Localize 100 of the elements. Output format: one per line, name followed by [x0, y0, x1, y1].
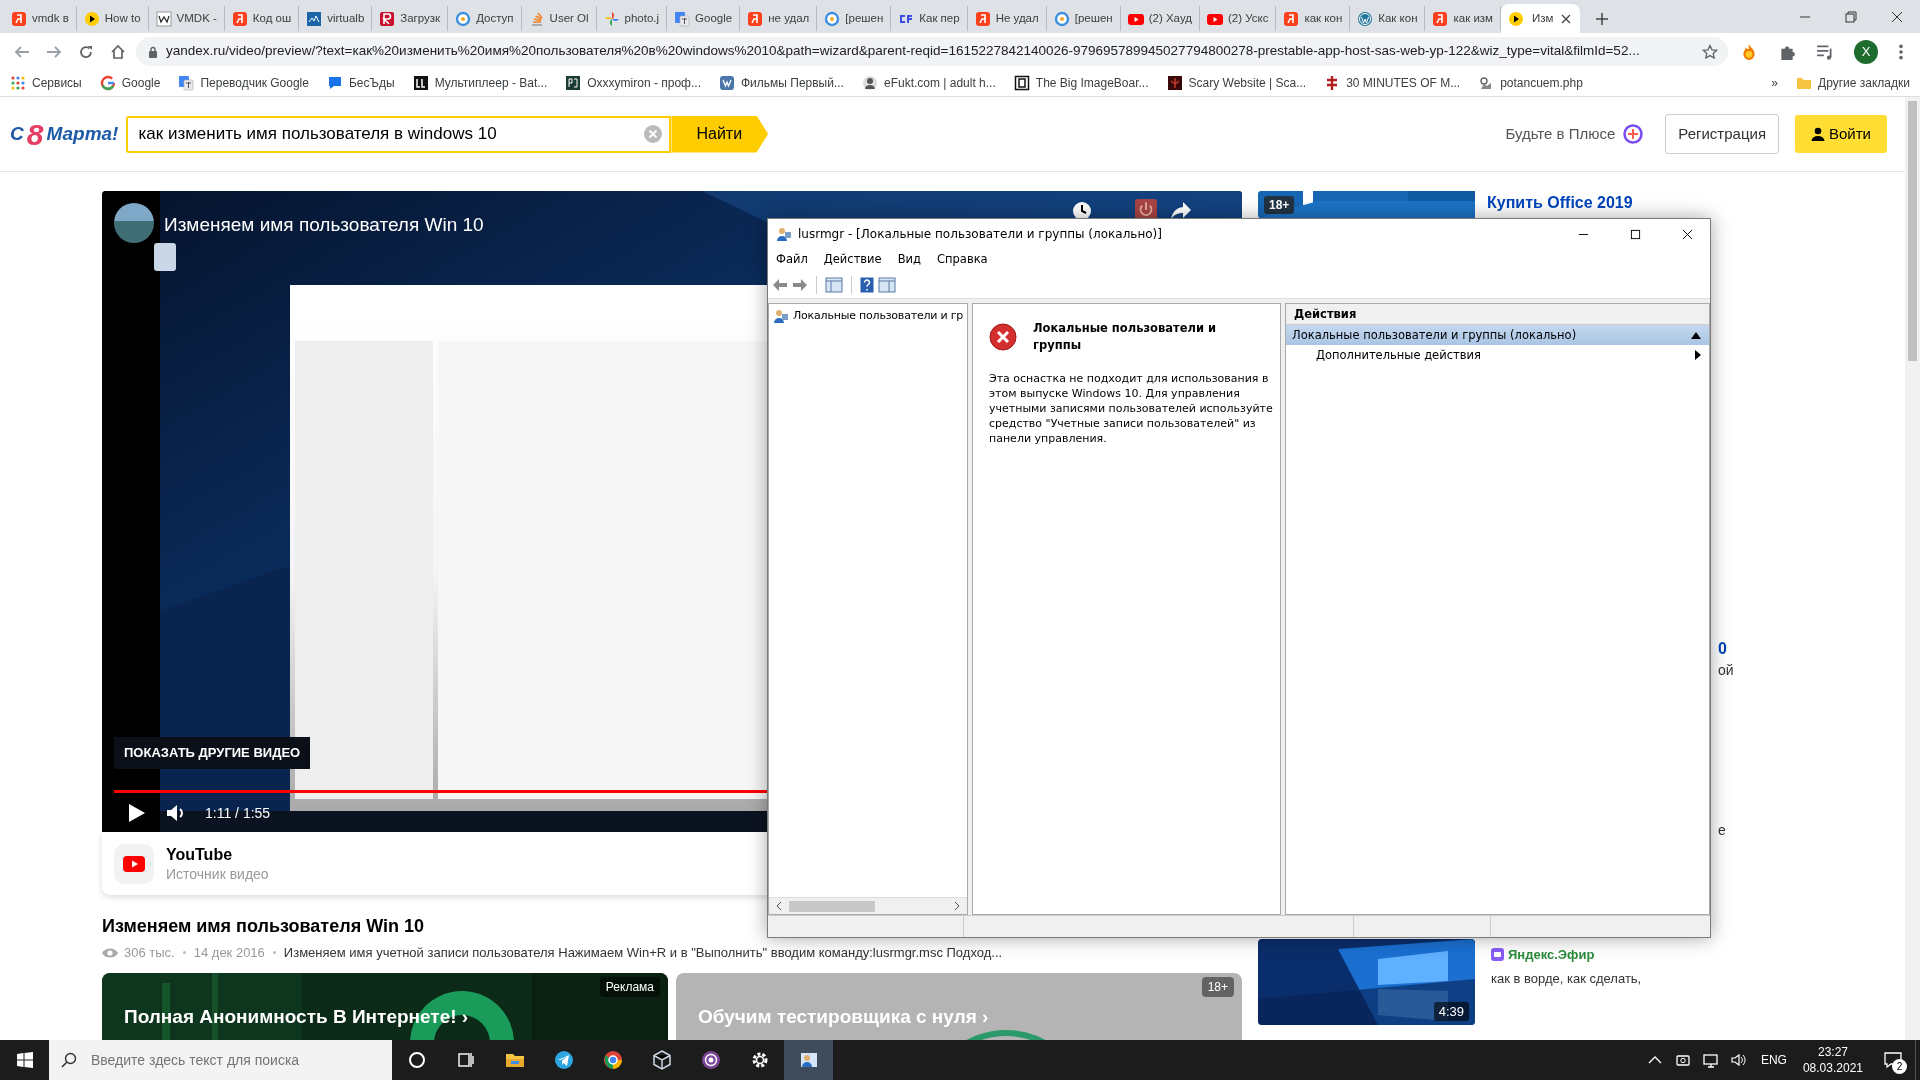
video-title[interactable]: Изменяем имя пользователя Win 10 [164, 211, 484, 240]
browser-tab[interactable]: Как пер [891, 6, 968, 31]
browser-tab[interactable]: (2) Хауд [1120, 6, 1200, 31]
scroll-left-icon[interactable] [775, 902, 783, 910]
plus-icon[interactable] [1623, 124, 1644, 144]
profile-avatar[interactable]: X [1854, 39, 1878, 64]
browser-tab[interactable]: не удал [740, 6, 818, 31]
browser-tab[interactable]: (2) Ускс [1199, 6, 1277, 31]
channel-name[interactable]: Яндекс.Эфир [1508, 945, 1595, 965]
logo-digit[interactable]: 8 [26, 111, 44, 157]
browser-tab[interactable]: [решен [817, 6, 892, 31]
horizontal-scrollbar[interactable] [769, 897, 967, 914]
video-snippet: как в ворде, как сделать, [1491, 969, 1642, 988]
bookmark[interactable]: БесЪды [326, 74, 395, 92]
ad-title[interactable]: Купить Office 2019 [1487, 191, 1633, 215]
bookmark[interactable]: Переводчик Google [178, 74, 309, 92]
new-tab-icon[interactable] [1595, 12, 1610, 26]
volume-icon[interactable] [166, 803, 186, 823]
taskbar-app[interactable] [784, 1040, 833, 1080]
search-button[interactable]: Найти [671, 115, 769, 153]
register-button[interactable]: Регистрация [1665, 113, 1779, 155]
action-item[interactable]: Локальные пользователи и группы (локально) [1286, 325, 1709, 345]
bookmark[interactable]: potancuem.php [1478, 74, 1583, 92]
youtube-icon[interactable] [114, 843, 154, 884]
browser-tab[interactable]: как изм [1425, 6, 1501, 31]
scrollbar[interactable] [1905, 97, 1920, 1040]
video-heading[interactable]: Изменяем имя пользователя Win 10 [102, 913, 424, 940]
window-icon[interactable] [878, 276, 896, 293]
console-tree-icon[interactable] [825, 276, 843, 293]
video-card[interactable]: Реклама Полная Анонимность В Интернете! › [102, 972, 668, 1040]
forward-icon[interactable] [792, 276, 808, 293]
plus-link[interactable]: Будьте в Плюсе [1505, 122, 1616, 146]
menu-item[interactable]: Действие [823, 251, 882, 269]
browser-tab[interactable]: User Ol [521, 6, 597, 31]
back-icon[interactable] [14, 43, 30, 60]
search-input[interactable]: Введите здесь текст для поиска [89, 1048, 392, 1072]
browser-tab[interactable]: Google [667, 6, 741, 31]
browser-tab[interactable]: Изм [1501, 4, 1581, 33]
volume-icon[interactable] [1729, 1051, 1748, 1069]
close-icon[interactable] [1891, 10, 1903, 23]
card-title[interactable]: Полная Анонимность В Интернете! › [124, 1002, 469, 1031]
bookmark[interactable]: Сервисы [10, 74, 82, 92]
search-field[interactable]: как изменить имя пользователя в windows 10 [126, 115, 672, 153]
restore-icon[interactable] [1845, 10, 1857, 23]
clock-time[interactable]: 23:27 [1802, 1044, 1863, 1060]
logo-icon[interactable] [1740, 42, 1758, 61]
browser-tab[interactable]: How to [76, 6, 149, 31]
menu-item[interactable]: Файл [776, 251, 808, 269]
more-videos-button[interactable]: ПОКАЗАТЬ ДРУГИЕ ВИДЕО [114, 737, 311, 769]
browser-tab[interactable]: Как кон [1350, 6, 1426, 31]
maximize-icon[interactable] [1629, 228, 1641, 240]
star-icon[interactable] [1702, 43, 1718, 60]
close-icon[interactable] [1681, 228, 1693, 240]
language-indicator[interactable]: ENG [1760, 1051, 1787, 1069]
bookmark[interactable]: The Big ImageBoar... [1013, 74, 1149, 92]
scroll-right-icon[interactable] [953, 902, 961, 910]
browser-tab[interactable]: Доступ [448, 6, 522, 31]
source-name[interactable]: YouTube [166, 844, 269, 865]
clock-date[interactable]: 08.03.2021 [1802, 1060, 1863, 1076]
forward-icon[interactable] [46, 43, 62, 60]
share-icon[interactable] [1170, 201, 1192, 221]
ad-title[interactable]: 0 [1718, 639, 1727, 659]
browser-tab[interactable]: Не удал [967, 6, 1047, 31]
browser-tab[interactable]: [решен [1046, 6, 1121, 31]
logo-text[interactable]: С [10, 119, 24, 149]
menu-icon[interactable] [1898, 42, 1904, 61]
bookmark[interactable]: Другие закладки [1796, 74, 1910, 92]
bookmark[interactable]: Oxxxymiron - проф... [565, 74, 701, 92]
browser-tab[interactable]: Загрузк [372, 6, 449, 31]
menu-item[interactable]: Справка [937, 251, 988, 269]
browser-tab[interactable]: Код ош [224, 6, 300, 31]
power-icon[interactable] [1135, 199, 1157, 221]
browser-tab[interactable]: virtualb [299, 6, 373, 31]
browser-tab[interactable]: VMDK - [148, 6, 225, 31]
playlist-icon[interactable] [1816, 42, 1834, 61]
bookmark[interactable]: Мультиплеер - Bat... [412, 74, 548, 92]
home-icon[interactable] [110, 43, 126, 60]
bookmark[interactable]: eFukt.com | adult h... [861, 74, 996, 92]
reload-icon[interactable] [78, 43, 94, 60]
more-bookmarks-button[interactable]: » [1771, 74, 1779, 92]
video-card[interactable]: 18+ Обучим тестировщика с нуля › [676, 972, 1242, 1040]
notification-icon[interactable] [1884, 1051, 1902, 1069]
close-icon[interactable] [1561, 13, 1572, 24]
logo-text[interactable]: Марта! [46, 119, 119, 149]
browser-tab[interactable]: vmdk в [4, 6, 77, 31]
browser-tab[interactable]: как кон [1276, 6, 1351, 31]
play-icon[interactable] [128, 803, 146, 823]
network-icon[interactable] [1701, 1051, 1720, 1069]
bookmark[interactable]: Google [99, 74, 161, 92]
login-button[interactable]: Войти [1795, 114, 1887, 154]
bookmark[interactable]: 30 MINUTES OF M... [1324, 74, 1461, 92]
menu-item[interactable]: Вид [897, 251, 921, 269]
browser-tab[interactable]: photo.j [596, 6, 668, 31]
help-icon[interactable] [860, 276, 874, 293]
action-item[interactable]: Дополнительные действия [1286, 345, 1709, 365]
bookmark[interactable]: Фильмы Первый... [719, 74, 844, 92]
bookmark[interactable]: Scary Website | Sca... [1166, 74, 1307, 92]
tree-item[interactable]: Локальные пользователи и гр [769, 304, 967, 325]
taskbar-search-field[interactable]: Введите здесь текст для поиска [49, 1040, 392, 1080]
address-bar[interactable] [136, 37, 1728, 66]
